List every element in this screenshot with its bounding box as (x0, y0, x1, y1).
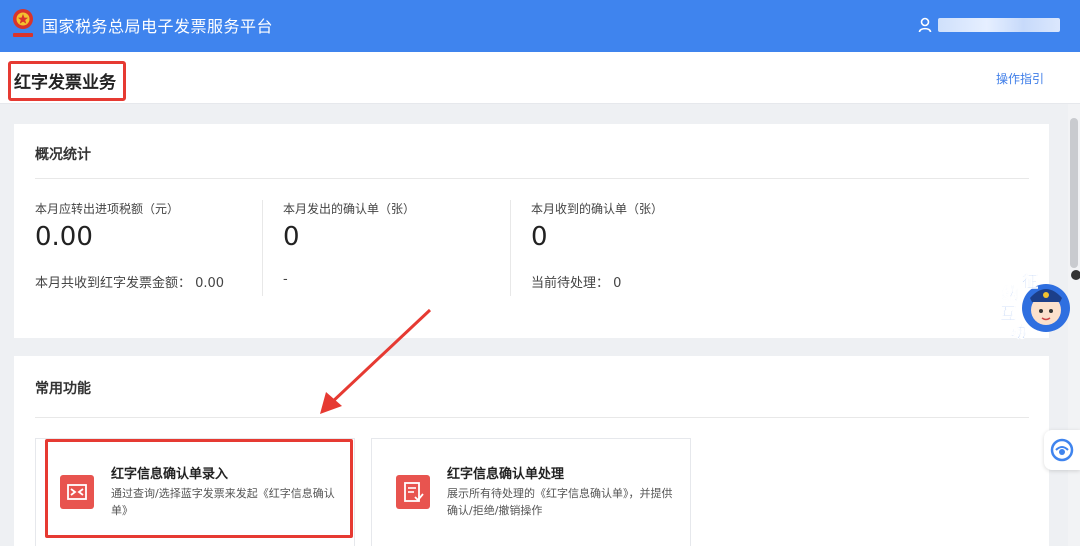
stat-tax-transfer: 本月应转出进项税额（元） 0.00 本月共收到红字发票金额： 0.00 (35, 200, 265, 291)
scroll-thumb[interactable] (1070, 118, 1078, 268)
stat-separator (262, 200, 263, 296)
func-desc: 展示所有待处理的《红字信息确认单》，并提供确认/拒绝/撤销操作 (447, 487, 673, 517)
app-title: 国家税务总局电子发票服务平台 (42, 17, 274, 36)
overview-title: 概况统计 (35, 147, 91, 163)
guide-link[interactable]: 操作指引 (996, 70, 1044, 87)
overview-card: 概况统计 本月应转出进项税额（元） 0.00 本月共收到红字发票金额： 0.00… (14, 124, 1049, 338)
stat-label: 本月收到的确认单（张） (531, 202, 664, 216)
stat-sent-confirmations: 本月发出的确认单（张） 0 - (283, 200, 513, 287)
tax-emblem-icon (13, 9, 33, 37)
annotation-arrow-icon (320, 308, 432, 414)
func-highlight (45, 439, 353, 538)
stat-value: 0 (531, 222, 548, 252)
func-redinfo-process[interactable]: 红字信息确认单处理 展示所有待处理的《红字信息确认单》，并提供确认/拒绝/撤销操… (371, 438, 691, 546)
stat-separator (510, 200, 511, 296)
page-header: 红字发票业务 操作指引 (0, 52, 1080, 104)
assistant-char: 动 (1010, 322, 1027, 342)
divider (35, 417, 1029, 418)
service-icon (1050, 438, 1074, 462)
top-bar: 国家税务总局电子发票服务平台 (0, 0, 1080, 52)
collapse-icon[interactable] (1071, 270, 1080, 280)
assistant-char: 征 (1022, 272, 1039, 292)
stat-footer: 当前待处理： 0 (531, 276, 622, 291)
stat-value: 0 (283, 222, 300, 252)
stat-footer: - (283, 272, 288, 287)
divider (35, 178, 1029, 179)
page-title: 红字发票业务 (14, 73, 116, 93)
tax-assistant-widget[interactable]: 征 纳 互 动 (996, 268, 1072, 342)
user-icon[interactable] (918, 17, 932, 33)
stat-received-confirmations: 本月收到的确认单（张） 0 当前待处理： 0 (531, 200, 761, 291)
func-title: 红字信息确认单处理 (447, 467, 565, 482)
side-service-button[interactable] (1044, 430, 1080, 470)
stat-value: 0.00 (35, 222, 93, 252)
stat-label: 本月应转出进项税额（元） (35, 202, 180, 216)
functions-title: 常用功能 (35, 381, 91, 397)
stat-footer: 本月共收到红字发票金额： 0.00 (35, 276, 225, 291)
user-name-redacted[interactable] (938, 18, 1060, 32)
stat-label: 本月发出的确认单（张） (283, 202, 416, 216)
document-check-icon (396, 475, 430, 509)
